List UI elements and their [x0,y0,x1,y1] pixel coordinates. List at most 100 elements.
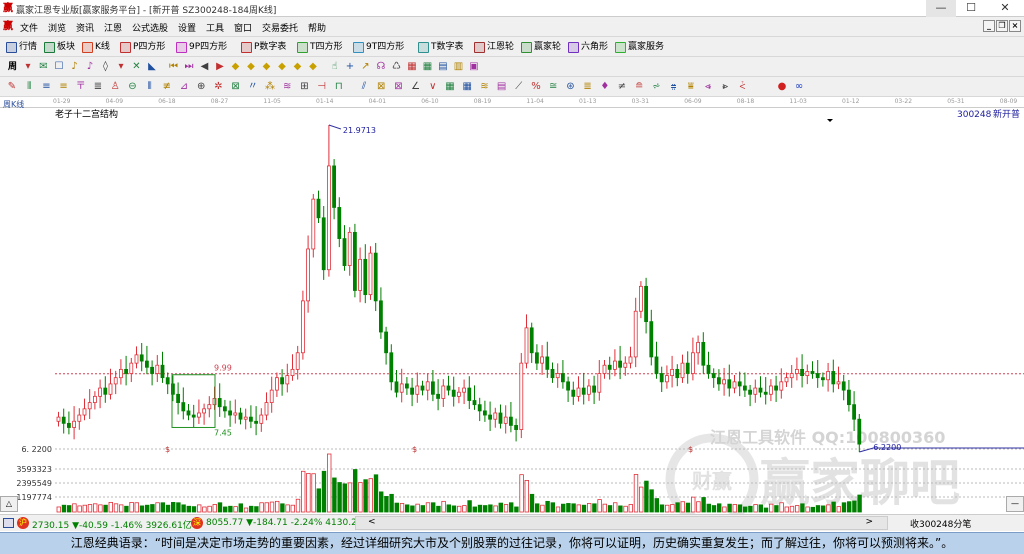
toolbar-button[interactable]: P四方形 [120,40,165,54]
tool-icon[interactable]: ◊ [100,61,112,73]
expand-panel-button[interactable]: — [1006,496,1024,512]
tool-icon[interactable]: ▦ [406,61,418,73]
mdi-restore-button[interactable]: ❐ [996,20,1008,32]
tool-icon[interactable]: ☐ [53,61,65,73]
gann-tool-icon[interactable]: ∠ [410,81,422,93]
tool-icon[interactable]: ♪ [69,61,81,73]
toolbar-button[interactable]: 行情 [6,40,37,54]
gann-tool-icon[interactable]: ≣ [582,81,594,93]
gann-tool-icon[interactable]: ⊛ [564,81,576,93]
gann-tool-icon[interactable]: ♦ [599,81,611,93]
gann-tool-icon[interactable]: ⩺ [719,81,731,93]
gann-tool-icon[interactable]: ⁂ [264,81,276,93]
gann-tool-icon[interactable]: ⩹ [702,81,714,93]
menu-item[interactable]: 资讯 [76,21,94,34]
gann-tool-icon[interactable]: ∨ [427,81,439,93]
gann-tool-icon[interactable]: 〃 [247,81,259,93]
tool-icon[interactable]: ⏭ [183,61,195,73]
collapse-panel-button[interactable]: △ [0,496,18,512]
close-button[interactable]: ✕ [990,0,1020,17]
gann-tool-icon[interactable]: ≋ [478,81,490,93]
gann-tool-icon[interactable]: ≡ [58,81,70,93]
infinity-toggle-icon[interactable]: ∞ [793,81,805,93]
gann-tool-icon[interactable]: ⫴ [23,81,35,93]
tick-data-button[interactable]: 收300248分笔 [910,517,971,530]
gann-tool-icon[interactable]: ⊠ [392,81,404,93]
gann-tool-icon[interactable]: ⟋ [513,81,525,93]
scroll-right-button[interactable]: > [368,517,873,527]
gann-tool-icon[interactable]: 〒 [75,81,87,93]
gann-tool-icon[interactable]: ≘ [633,81,645,93]
toolbar-button[interactable]: T四方形 [297,40,343,54]
gann-tool-icon[interactable]: ⊕ [195,81,207,93]
mdi-minimize-button[interactable]: _ [983,20,995,32]
menu-item[interactable]: 设置 [178,21,196,34]
gann-tool-icon[interactable]: ⊣ [316,81,328,93]
toolbar-button[interactable]: 板块 [44,40,75,54]
tool-icon[interactable]: ▤ [437,61,449,73]
tool-icon[interactable]: ▾ [22,61,34,73]
tool-icon[interactable]: ⏮ [168,61,180,73]
tool-icon[interactable]: ✉ [38,61,50,73]
tool-icon[interactable]: ▾ [115,61,127,73]
kline-chart[interactable]: 财赢江恩工具软件 QQ:100800360赢家聊吧liaoba.yjcf360.… [0,108,1024,514]
gann-tool-icon[interactable]: ⊖ [126,81,138,93]
menu-item[interactable]: 文件 [20,21,38,34]
toolbar-button[interactable]: T数字表 [418,40,464,54]
gann-tool-icon[interactable]: ⊞ [298,81,310,93]
gann-tool-icon[interactable]: ≠ [616,81,628,93]
menu-item[interactable]: 江恩 [104,21,122,34]
dropdown-arrow-icon[interactable] [827,119,833,122]
tool-icon[interactable]: ☊ [375,61,387,73]
tool-icon[interactable]: ◣ [146,61,158,73]
tool-icon[interactable]: ◆ [230,61,242,73]
tool-icon[interactable]: ↗ [360,61,372,73]
toolbar-button[interactable]: 9T四方形 [353,40,404,54]
tool-icon[interactable]: ✕ [131,61,143,73]
gann-tool-icon[interactable]: ⩻ [736,81,748,93]
menu-item[interactable]: 公式选股 [132,21,168,34]
menu-item[interactable]: 窗口 [234,21,252,34]
period-select[interactable]: 周 [8,60,17,74]
gann-tool-icon[interactable]: ✲ [212,81,224,93]
tool-icon[interactable]: ◆ [261,61,273,73]
tool-icon[interactable]: ◀ [199,61,211,73]
gann-tool-icon[interactable]: ✎ [6,81,18,93]
toolbar-button[interactable]: 六角形 [568,40,608,54]
tool-icon[interactable]: ◆ [292,61,304,73]
gann-tool-icon[interactable]: ≢ [161,81,173,93]
menu-item[interactable]: 帮助 [308,21,326,34]
menu-item[interactable]: 工具 [206,21,224,34]
toolbar-button[interactable]: 江恩轮 [474,40,514,54]
tool-icon[interactable]: ▥ [453,61,465,73]
tool-icon[interactable]: ◆ [276,61,288,73]
tool-icon[interactable]: ▦ [422,61,434,73]
gann-tool-icon[interactable]: ♙ [109,81,121,93]
toolbar-button[interactable]: P数字表 [241,40,286,54]
yin-yang-toggle-icon[interactable]: ● [776,81,788,93]
tool-icon[interactable]: ◆ [307,61,319,73]
gann-tool-icon[interactable]: ⩷ [668,81,680,93]
toolbar-button[interactable]: K线 [82,40,110,54]
tool-icon[interactable]: ▶ [214,61,226,73]
horizontal-scrollbar[interactable]: < > [355,516,888,530]
mdi-close-button[interactable]: × [1009,20,1021,32]
tool-icon[interactable]: ♺ [391,61,403,73]
minimize-button[interactable]: — [926,0,956,17]
tool-icon[interactable]: ◆ [245,61,257,73]
gann-tool-icon[interactable]: ≋ [281,81,293,93]
gann-tool-icon[interactable]: ⊿ [178,81,190,93]
gann-tool-icon[interactable]: % [530,81,542,93]
gann-tool-icon[interactable]: ≅ [547,81,559,93]
gann-tool-icon[interactable]: ▦ [444,81,456,93]
menu-item[interactable]: 交易委托 [262,21,298,34]
gann-tool-icon[interactable]: ⩫ [650,81,662,93]
tool-icon[interactable]: + [344,61,356,73]
menu-item[interactable]: 浏览 [48,21,66,34]
toolbar-button[interactable]: 9P四方形 [176,40,227,54]
gann-tool-icon[interactable]: ⫽ [358,81,370,93]
toolbar-button[interactable]: 赢家服务 [615,40,664,54]
tool-icon[interactable]: ▣ [468,61,480,73]
gann-tool-icon[interactable]: ▦ [461,81,473,93]
gann-tool-icon[interactable]: ⊠ [375,81,387,93]
